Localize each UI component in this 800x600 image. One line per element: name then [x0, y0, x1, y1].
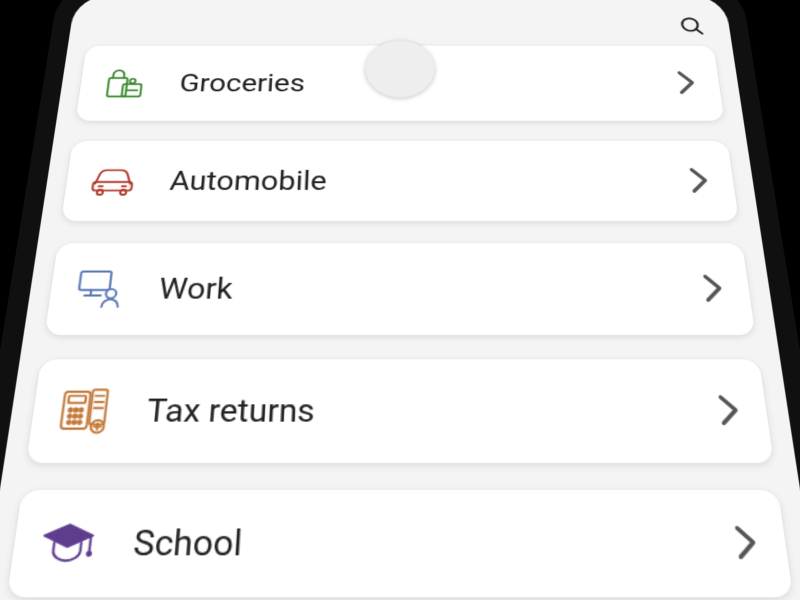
category-label: Tax returns	[145, 391, 720, 429]
chevron-right-icon	[701, 274, 725, 303]
touch-indicator	[365, 41, 435, 98]
work-icon	[64, 265, 134, 311]
search-icon[interactable]	[677, 15, 706, 37]
groceries-icon	[93, 64, 156, 101]
category-item-groceries[interactable]: Groceries	[76, 46, 725, 121]
chevron-right-icon	[716, 394, 742, 426]
chevron-right-icon	[688, 167, 711, 194]
chevron-right-icon	[732, 525, 759, 561]
automobile-icon	[80, 161, 146, 199]
chevron-right-icon	[675, 70, 697, 94]
phone-frame: Groceries	[0, 0, 800, 600]
category-item-tax-returns[interactable]: Tax returns	[26, 359, 774, 463]
stage: Groceries	[0, 0, 800, 600]
category-label: School	[132, 522, 738, 564]
school-icon	[29, 517, 106, 568]
header-bar	[87, 11, 713, 41]
category-item-automobile[interactable]: Automobile	[61, 141, 739, 221]
app-screen: Groceries	[0, 0, 800, 600]
tax-returns-icon	[47, 384, 121, 437]
category-item-work[interactable]: Work	[45, 243, 756, 335]
category-list: Groceries	[7, 46, 794, 598]
category-label: Automobile	[168, 165, 691, 196]
category-label: Work	[157, 271, 704, 306]
category-item-school[interactable]: School	[7, 490, 794, 597]
